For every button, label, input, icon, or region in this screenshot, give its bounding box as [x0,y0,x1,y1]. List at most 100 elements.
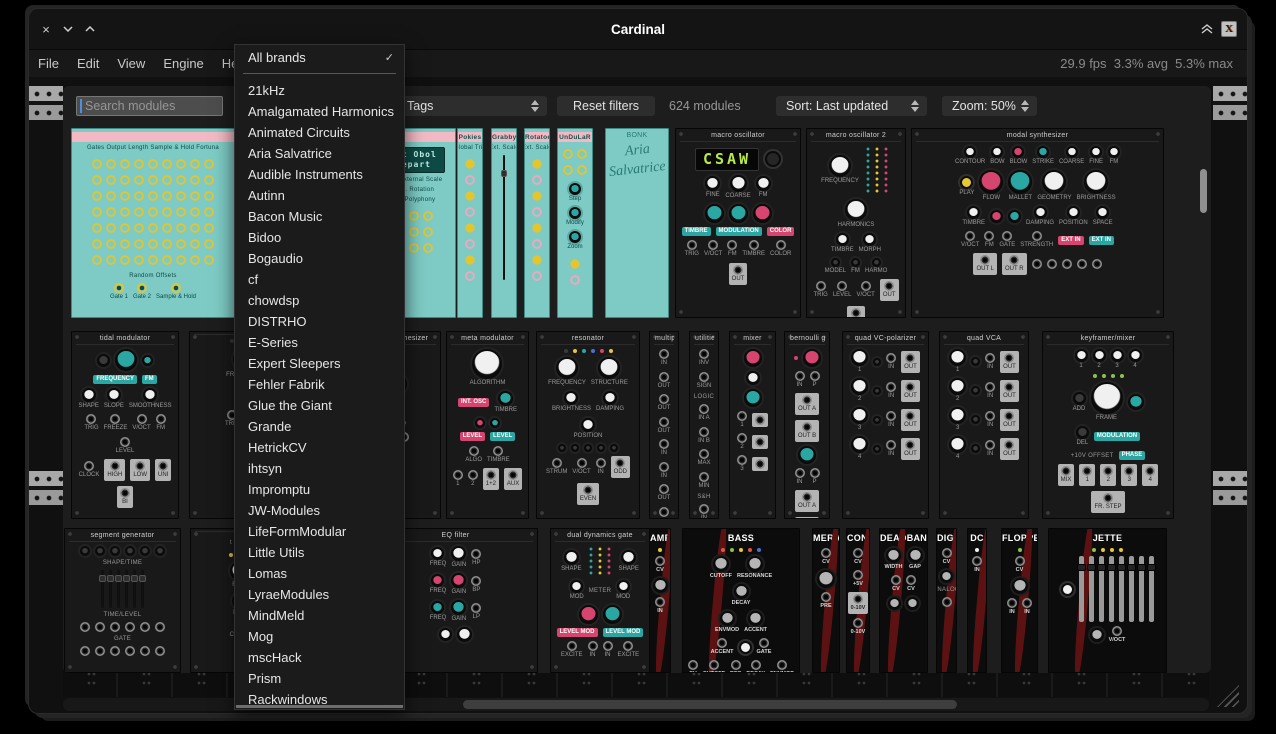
brand-menu-item[interactable]: Little Utils [235,542,404,563]
menu-file[interactable]: File [29,50,68,78]
brand-menu-item-all[interactable]: All brands ✓ [235,45,404,69]
module-quad-vca[interactable]: quad VCA1INOUT2INOUT3INOUT4INOUT [939,331,1029,519]
brand-menu-item[interactable]: Impromptu [235,479,404,500]
brand-menu-item[interactable]: MindMeld [235,605,404,626]
module-resonator[interactable]: resonatorFREQUENCYSTRUCTUREBRIGHTNESSDAM… [536,331,640,519]
brand-menu-item[interactable]: Bogaudio [235,248,404,269]
brand-menu-item[interactable]: HetrickCV [235,437,404,458]
module-grabby[interactable]: GrabbyExt. Scale [491,128,517,318]
jack: IN [886,382,896,400]
brand-menu-item[interactable]: ihtsyn [235,458,404,479]
panel-text: GATE [114,636,131,642]
reset-filters-button[interactable]: Reset filters [557,96,655,116]
brand-menu-item[interactable]: 21kHz [235,80,404,101]
brand-menu-item[interactable]: Prism [235,668,404,689]
module-pokies[interactable]: PokiesGlobal Trig [457,128,483,318]
module-unnamed[interactable]: BONKAriaSalvatrice [605,128,669,318]
module-amp[interactable]: AMPCVIN [649,528,671,673]
module-modal-synthesizer[interactable]: modal synthesizerCONTOURBOWBLOWSTRIKECOA… [911,128,1164,318]
module-quad-vc-polarizer[interactable]: quad VC-polarizer1INOUT2INOUT3INOUT4INOU… [842,331,929,519]
brand-menu-item[interactable]: Audible Instruments [235,164,404,185]
module-macro-oscillator-2[interactable]: macro oscillator 2FREQUENCYHARMONICSTIMB… [806,128,906,318]
module-digi[interactable]: DIGICVANALOG [936,528,957,673]
jack-label: CV [854,559,862,566]
module-bass[interactable]: BASSCUTOFFRESONANCEDECAYENVMODACCENTACCE… [682,528,800,673]
brand-menu-item[interactable]: chowdsp [235,290,404,311]
cardinal-window: × Cardinal X FileEditViewEngineHelp 29.9… [28,8,1248,714]
module-utilities[interactable]: utilitiesINVSIGNLOGICIN AIN BMAXMINS&HIN… [689,331,719,519]
brand-menu-item[interactable]: LifeFormModular [235,521,404,542]
menu-engine[interactable]: Engine [154,50,212,78]
jack-label: IN [1024,609,1030,616]
sort-select[interactable]: Sort: Last updated [776,96,927,116]
brand-menu-item[interactable]: Mog [235,626,404,647]
jack-label: IN B [698,438,710,445]
knob [971,357,980,366]
brand-menu-item[interactable]: Grande [235,416,404,437]
module-macro-oscillator[interactable]: macro oscillatorCSAWFINECOARSEFMTIMBREMO… [675,128,801,318]
brand-menu-item[interactable]: Glue the Giant [235,395,404,416]
panel-text: S&H [697,494,710,500]
module-bernoulli-gate[interactable]: bernoulli gateINPOUT AOUT BINPOUT AOUT B [784,331,830,519]
jack-label: OUT [1003,451,1016,458]
brand-menu-item[interactable]: Amalgamated Harmonics [235,101,404,122]
brand-menu-item[interactable]: Fehler Fabrik [235,374,404,395]
module-jette[interactable]: JETTEV/OCT [1048,528,1167,673]
vertical-scrollbar-handle[interactable] [1200,169,1207,213]
module-title: bernoulli gate [789,332,825,345]
knob-label: Step [569,196,581,203]
brand-menu-item[interactable]: JW-Modules [235,500,404,521]
brand-menu-item[interactable]: cf [235,269,404,290]
module-unnamed[interactable]: Gates Output Length Sample & Hold Fortun… [71,128,235,318]
jack: EXCITE [618,641,640,659]
module-multiples[interactable]: multiplesINOUTOUTOUTININOUTOUTINOUT [649,331,679,519]
label-tag: LEVEL MOD [603,628,644,637]
module-mera[interactable]: MERACVPRE [812,528,840,673]
module-undular[interactable]: UnDuLaRStepModifyZoom [557,128,593,318]
knob [610,444,618,452]
module-segment-generator[interactable]: segment generatorSHAPE/TIMETIME/LEVELGAT… [64,528,181,673]
brand-menu-item[interactable]: LyraeModules [235,584,404,605]
module-meta-modulator[interactable]: meta modulatorALGORITHMINT. OSCTIMBRELEV… [446,331,529,519]
knob [888,597,901,610]
knob [140,546,150,556]
module-dual-dynamics-gate[interactable]: dual dynamics gateSHAPESHAPEMODMETERMODL… [550,528,650,673]
module-rotatoes[interactable]: RotatoesExt. Scale [524,128,550,318]
jack-label: LP [473,614,480,621]
brand-menu-item[interactable]: mscHack [235,647,404,668]
module-mixer[interactable]: mixer123 [729,331,776,519]
zoom-select[interactable]: Zoom: 50% [942,96,1037,116]
menu-view[interactable]: View [108,50,154,78]
jack-label: IN [888,422,894,429]
jack-label: UNI [158,472,168,479]
brand-menu-item[interactable]: Bacon Music [235,206,404,227]
jack: V/OCT [132,414,150,432]
jack: Sample & Hold [156,283,196,301]
jack: 1+2 [483,468,499,490]
jack: OUT [1000,351,1019,373]
module-conv[interactable]: CONVCV+5V0-10V0-10V [846,528,870,673]
resize-grip-icon[interactable] [1217,685,1239,707]
brand-menu-item[interactable]: Animated Circuits [235,122,404,143]
panel-text: SHAPE/TIME [103,560,142,566]
knob-label: MOD [570,594,584,601]
brand-menu-item[interactable]: Expert Sleepers [235,353,404,374]
brand-menu-item[interactable]: E-Series [235,332,404,353]
horizontal-scrollbar-handle[interactable] [463,700,957,709]
module-flopper[interactable]: FLOPPERCVININ [1001,528,1038,673]
module-tidal-modulator[interactable]: tidal modulatorFREQUENCYFMSHAPESLOPESMOO… [71,331,179,519]
brand-menu-item[interactable]: Autinn [235,185,404,206]
brand-menu-item[interactable]: DISTRHO [235,311,404,332]
module-deadband[interactable]: DEADBANDWIDTHGAPCVCV [879,528,928,673]
search-input[interactable] [76,96,223,116]
module-title: tidal modulator [76,332,174,345]
module-dc[interactable]: DCIN [967,528,987,673]
jack: V/OCT [961,231,979,249]
menu-edit[interactable]: Edit [68,50,108,78]
collapse-icon[interactable] [1201,24,1213,34]
brand-menu-item[interactable]: Bidoo [235,227,404,248]
module-keyframer-mixer[interactable]: keyframer/mixer1234ADDFRAMEDELMODULATION… [1042,331,1174,519]
brand-menu-item[interactable]: Lomas [235,563,404,584]
led-grid [587,546,614,576]
brand-menu-item[interactable]: Aria Salvatrice [235,143,404,164]
